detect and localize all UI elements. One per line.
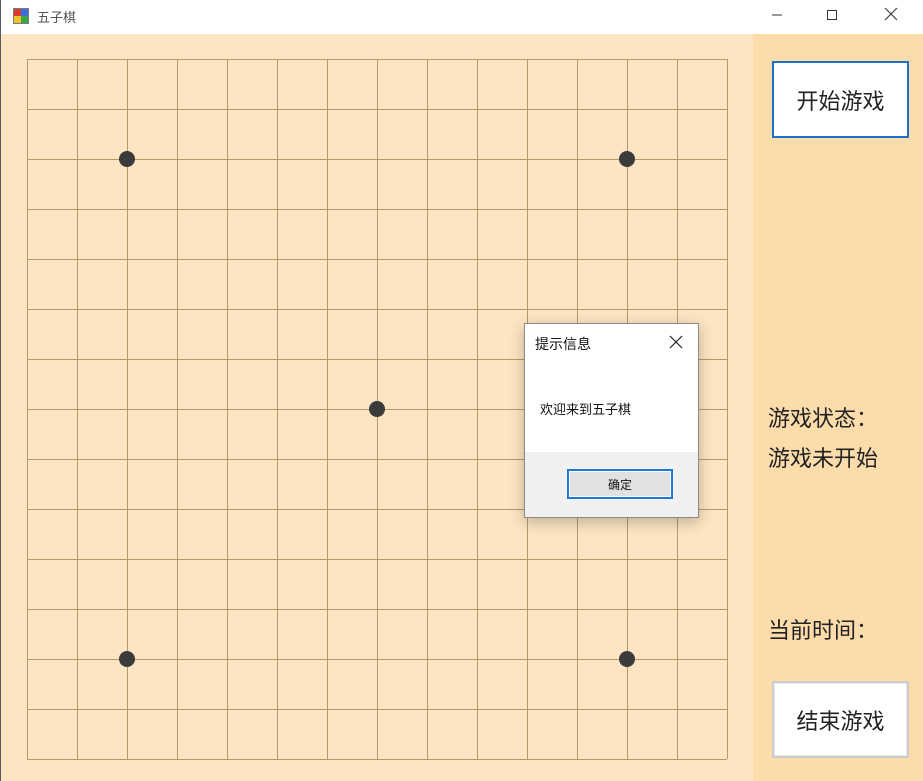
- star-point: [619, 651, 635, 667]
- game-status-value: 游戏未开始: [768, 447, 879, 472]
- maximize-icon: [826, 6, 838, 25]
- message-dialog: 提示信息 欢迎来到五子棋 确定: [524, 323, 699, 518]
- ok-button[interactable]: 确定: [567, 469, 673, 499]
- window-title: 五子棋: [37, 11, 77, 26]
- dialog-close-button[interactable]: [665, 333, 687, 353]
- dialog-footer: 确定: [525, 452, 698, 517]
- game-status-label: 游戏状态：: [768, 407, 879, 432]
- star-point: [619, 151, 635, 167]
- close-icon: [669, 334, 683, 353]
- dialog-title: 提示信息: [535, 337, 591, 353]
- minimize-button[interactable]: [754, 0, 800, 30]
- start-game-button[interactable]: 开始游戏: [772, 61, 909, 138]
- close-icon: [884, 6, 898, 25]
- main-window: 五子棋 开始游戏 游戏状态： 游戏未开始 当前时间： 结束游戏 提示信息 欢迎来…: [0, 0, 923, 781]
- end-game-button[interactable]: 结束游戏: [772, 681, 909, 758]
- minimize-icon: [771, 6, 783, 25]
- star-point: [369, 401, 385, 417]
- star-point: [119, 151, 135, 167]
- star-point: [119, 651, 135, 667]
- title-bar: 五子棋: [1, 0, 923, 33]
- close-button[interactable]: [868, 0, 914, 30]
- current-time-label: 当前时间：: [768, 619, 879, 644]
- gomoku-app-icon: [13, 8, 29, 24]
- maximize-button[interactable]: [809, 0, 855, 30]
- dialog-message: 欢迎来到五子棋: [540, 403, 632, 418]
